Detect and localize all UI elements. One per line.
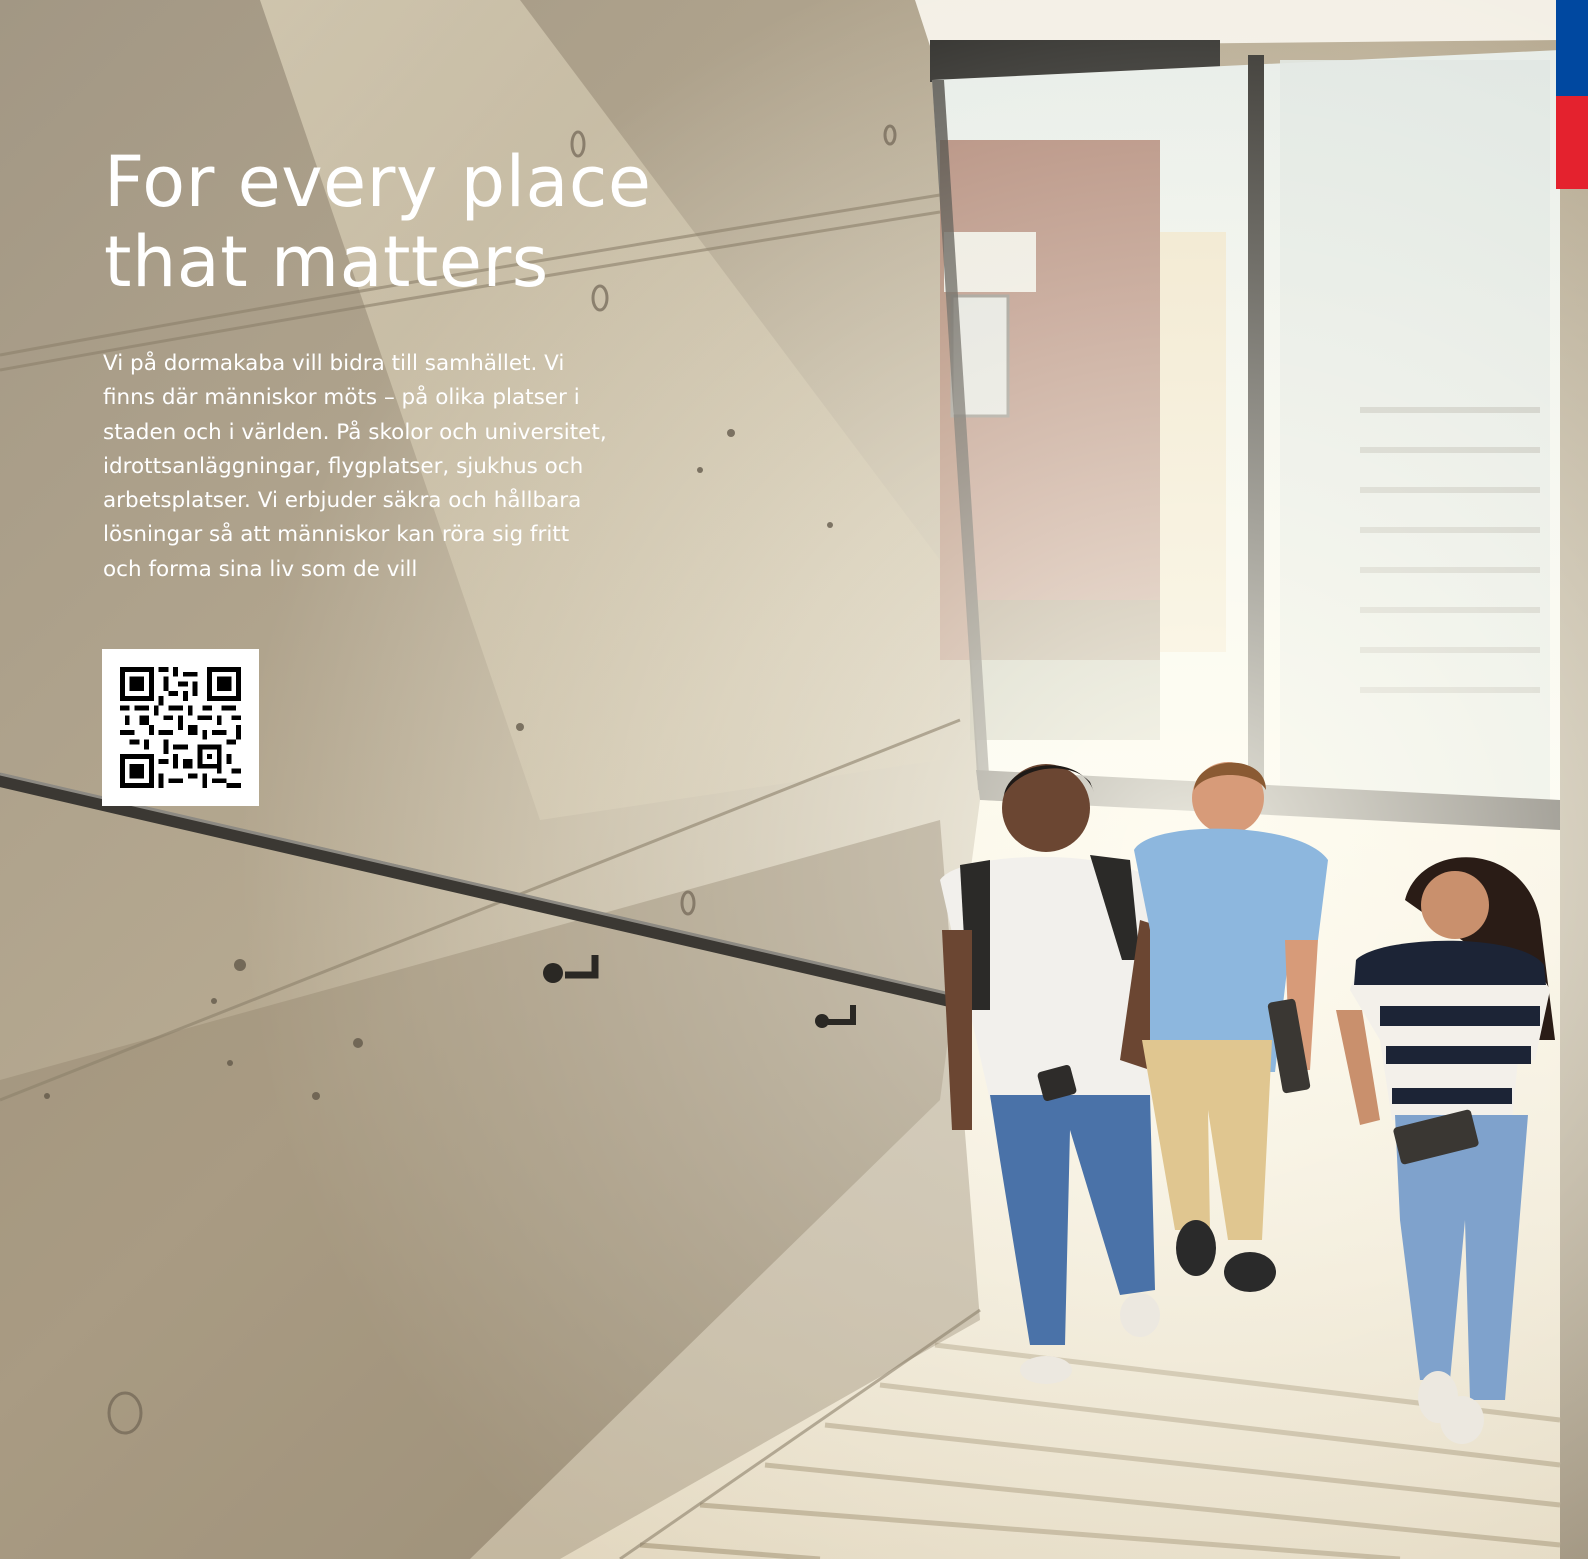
qr-code-icon bbox=[120, 667, 241, 788]
body-copy: Vi på dormakaba vill bidra till samhälle… bbox=[103, 351, 607, 582]
brand-red-block bbox=[1556, 96, 1588, 189]
qr-code[interactable] bbox=[102, 649, 259, 806]
brand-color-strip bbox=[1556, 0, 1588, 189]
headline: For every place that matters bbox=[104, 141, 652, 303]
brand-blue-block bbox=[1556, 0, 1588, 96]
